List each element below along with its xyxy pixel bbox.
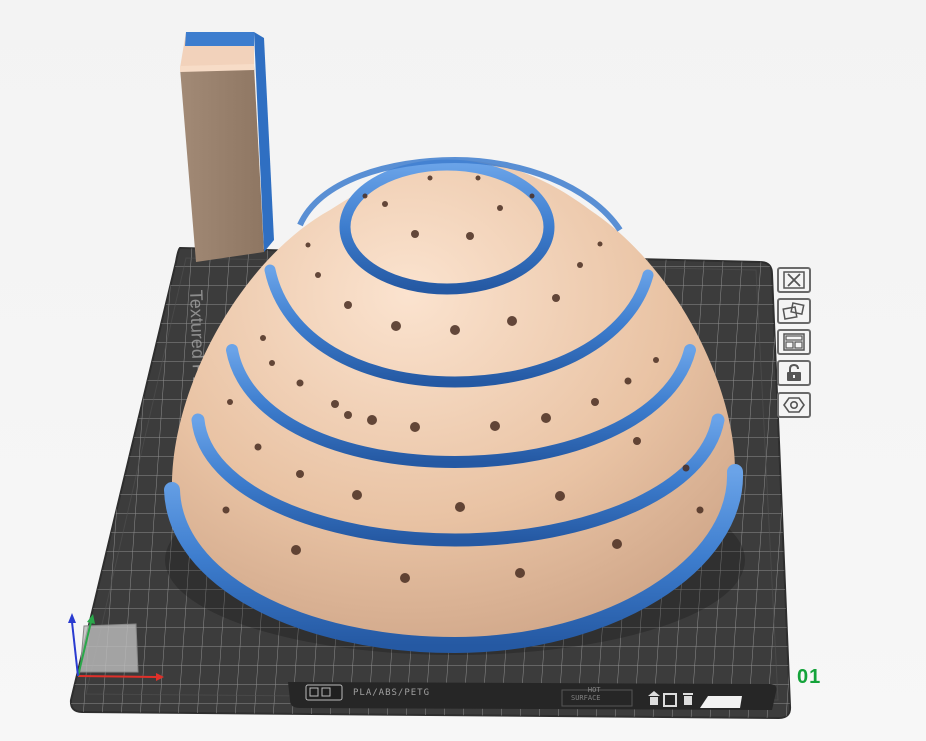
surface-text: SURFACE: [571, 694, 601, 702]
wipe-tower[interactable]: [180, 32, 274, 262]
3d-viewport[interactable]: Textured PEI Plate PLA/ABS/PETG HOT SURF…: [0, 0, 926, 741]
surface-warning-text: HOT SURFACE: [571, 686, 601, 702]
lock-plate-button[interactable]: [777, 360, 811, 386]
plate-layout-icon: [783, 333, 805, 351]
plate-toolbar: [777, 265, 819, 425]
arrange-icon: [782, 302, 805, 320]
plate-number[interactable]: 01: [797, 666, 821, 689]
hexagon-icon: [783, 397, 805, 413]
arrange-plate-button[interactable]: [777, 298, 811, 324]
filament-type-label: PLA/ABS/PETG: [353, 688, 431, 698]
plate-label-bar: PLA/ABS/PETG HOT SURFACE: [303, 681, 771, 709]
plate-filament-button[interactable]: [777, 392, 811, 418]
plate-settings-button[interactable]: [777, 329, 811, 355]
close-icon: [783, 271, 805, 289]
lock-icon: [787, 364, 801, 381]
close-plate-button[interactable]: [777, 267, 811, 293]
hot-text: HOT: [587, 686, 601, 694]
